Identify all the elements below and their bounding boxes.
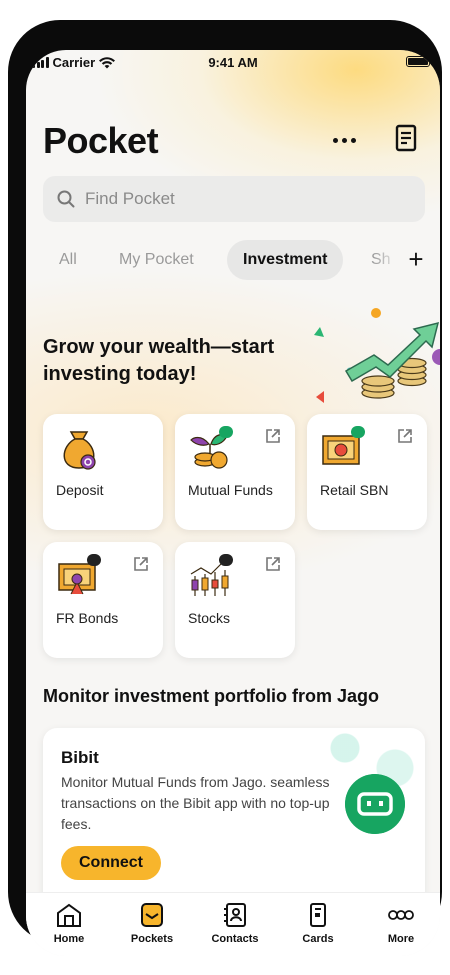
external-link-icon [266,557,280,571]
external-link-icon [398,429,412,443]
home-icon [57,903,81,927]
status-time: 9:41 AM [208,55,258,70]
tab-sh[interactable]: Sh [371,240,393,280]
product-card-deposit[interactable]: Deposit [43,414,163,530]
app-screen: Carrier 9:41 AM Pocket All My Pocket Inv… [26,50,440,956]
product-card-retail-sbn[interactable]: Retail SBN [307,414,427,530]
product-label: FR Bonds [56,610,119,626]
growth-illustration-icon [314,308,440,403]
product-label: Deposit [56,482,104,498]
product-label: Mutual Funds [188,482,273,498]
product-label: Retail SBN [320,482,389,498]
page-title: Pocket [43,120,159,161]
product-card-mutual-funds[interactable]: Mutual Funds [175,414,295,530]
product-card-stocks[interactable]: Stocks [175,542,295,658]
bibit-title: Bibit [61,748,99,767]
nav-label: Cards [302,933,334,945]
nav-item-home[interactable]: Home [34,901,104,945]
tab-my-pocket[interactable]: My Pocket [119,240,194,280]
status-bar: Carrier 9:41 AM [26,50,440,76]
contacts-icon [224,903,246,927]
battery-icon [406,56,433,67]
nav-item-contacts[interactable]: Contacts [200,901,270,945]
search-icon [57,190,75,208]
nav-item-more[interactable]: More [366,901,436,945]
nav-label: Home [53,933,85,945]
connect-button[interactable]: Connect [61,846,161,880]
portfolio-section-title: Monitor investment portfolio from Jago [43,686,379,706]
tab-investment[interactable]: Investment [227,240,344,280]
phone-frame: Carrier 9:41 AM Pocket All My Pocket Inv… [8,20,442,956]
external-link-icon [134,557,148,571]
tab-all[interactable]: All [59,240,77,280]
nav-item-cards[interactable]: Cards [283,901,353,945]
bottom-nav: Home Pockets Contacts Cards More [26,892,440,956]
more-dots-icon[interactable] [326,130,362,150]
bond-certificate-icon [58,554,101,595]
bibit-logo-icon [345,774,405,834]
promo-headline: Grow your wealth—start investing today! [43,336,275,385]
plant-coins-icon [190,426,233,469]
pocket-tabs: All My Pocket Investment Sh + [43,240,425,280]
nav-item-pockets[interactable]: Pockets [117,901,187,945]
bibit-card: Bibit Monitor Mutual Funds from Jago. se… [43,728,425,918]
nav-label: Contacts [211,933,259,945]
card-icon [310,903,326,927]
document-icon[interactable] [390,122,422,154]
certificate-icon [322,426,365,465]
product-card-fr-bonds[interactable]: FR Bonds [43,542,163,658]
search-input[interactable] [85,189,385,209]
pocket-icon [141,903,163,927]
search-bar[interactable] [43,176,425,222]
add-tab-icon[interactable]: + [403,246,429,274]
external-link-icon [266,429,280,443]
money-bag-icon [63,431,96,470]
more-circles-icon [388,910,414,920]
nav-label: More [387,933,415,945]
product-label: Stocks [188,610,231,626]
candlestick-icon [190,554,233,596]
nav-label: Pockets [130,933,174,945]
bibit-description: Monitor Mutual Funds from Jago. seamless… [61,774,330,832]
